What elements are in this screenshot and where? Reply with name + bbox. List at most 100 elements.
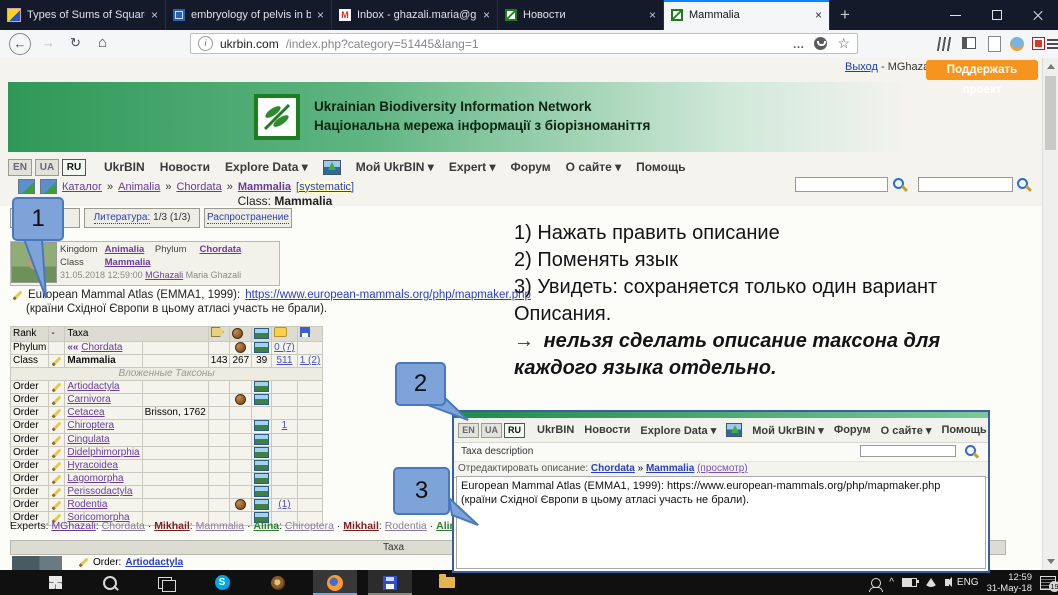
edit-pencil-icon[interactable] [52,409,62,419]
lang-ru-button[interactable]: RU [62,159,86,176]
people-tray-icon[interactable] [871,578,881,588]
address-bar[interactable]: i ukrbin.com/index.php?category=51445&la… [190,33,858,54]
support-project-button[interactable]: Поддержать проект [926,60,1038,80]
back-icon[interactable]: ← [9,33,31,55]
reader-page-icon[interactable] [988,36,1001,52]
menu-item[interactable]: О сайте ▾ [881,424,932,437]
tray-chevron-icon[interactable]: ^ [889,577,894,588]
taxon-link[interactable]: Didelphimorphia [67,447,139,458]
comment-count-cell[interactable]: 0 (7) [272,342,298,355]
taxa-header[interactable]: Taxa [65,327,208,342]
comment-count-cell[interactable]: 511 [272,355,298,368]
expert-taxon-link[interactable]: Rodentia [385,520,427,532]
browser-tab[interactable]: Новости× [498,0,664,30]
taskbar-search-button[interactable] [88,570,132,595]
menu-item[interactable]: Expert ▾ [449,160,496,174]
add-observation-icon[interactable] [726,423,742,437]
taxon-photo[interactable] [11,242,57,283]
scrollbar-thumb[interactable] [1045,76,1056,150]
edit-pencil-icon[interactable] [52,461,62,471]
edit-pencil-icon[interactable] [52,475,62,485]
systematic-link[interactable]: [systematic] [296,181,354,193]
taxon-link[interactable]: Hyracoidea [67,460,118,471]
menu-item[interactable]: Новости [584,424,630,436]
edit-chordata-link[interactable]: Chordata [591,463,635,474]
tab-close-icon[interactable]: × [151,8,158,22]
kingdom-link[interactable]: Animalia [105,244,145,255]
lang-ua-button[interactable]: UA [35,159,59,176]
breadcrumb-catalog[interactable]: Каталог [62,181,102,193]
battery-icon[interactable] [902,578,917,587]
new-tab-button[interactable]: + [830,0,860,30]
inset-search-input[interactable] [860,445,956,457]
tab-close-icon[interactable]: × [649,8,656,22]
taxon-search-icon[interactable] [890,176,908,194]
menu-item[interactable]: UkrBIN [104,160,145,174]
extension-blue-icon[interactable] [1010,37,1024,51]
breadcrumb-animalia[interactable]: Animalia [118,181,160,193]
save-icon[interactable] [300,327,310,337]
ukrbin-logo[interactable] [254,94,300,140]
library-icon[interactable] [937,37,953,51]
action-center-icon[interactable]: 19 [1040,576,1056,590]
rank-header[interactable]: Rank [11,327,49,342]
tab-distribution[interactable]: Распространение [204,208,292,228]
comment-count-cell[interactable]: 1 [272,420,298,433]
tab-close-icon[interactable]: × [815,8,822,22]
site-search-icon[interactable] [1014,176,1032,194]
edit-pencil-icon[interactable] [52,435,62,445]
expert-link[interactable]: Mikhail [343,520,379,532]
taxon-link[interactable]: Cingulata [67,434,109,445]
expert-taxon-link[interactable]: Mammalia [196,520,244,532]
clock[interactable]: 12:59 31-May-18 [987,572,1032,594]
menu-item[interactable]: Мой UkrBIN ▾ [356,160,434,174]
comment-count-cell[interactable]: (1) [272,499,298,512]
atlas-link[interactable]: https://www.european-mammals.org/php/map… [245,289,531,301]
floppy-app-button[interactable] [368,570,412,595]
taxon-link[interactable]: Cetacea [67,407,104,418]
catalog-view-icon[interactable] [18,179,35,194]
lang-ru-button[interactable]: RU [504,423,525,438]
edit-pencil-icon[interactable] [52,357,62,367]
menu-hamburger-icon[interactable] [1047,39,1058,41]
expert-link[interactable]: Mikhail [154,520,190,532]
browser-tab[interactable]: embryology of pelvis in birds -× [166,0,332,30]
order-photo-thumbnail[interactable] [12,556,62,570]
browser-tab[interactable]: Types of Sums of Squares — A× [0,0,166,30]
add-observation-icon[interactable] [323,160,341,175]
menu-item[interactable]: Помощь [636,160,685,174]
edit-pencil-icon[interactable] [52,501,62,511]
firefox-app-button[interactable] [313,570,357,595]
edit-pencil-icon[interactable] [52,396,62,406]
expert-link[interactable]: Alina [253,520,279,532]
home-icon[interactable]: ⌂ [98,34,107,51]
task-view-button[interactable] [143,570,187,595]
menu-item[interactable]: Помощь [941,424,986,436]
keyboard-language[interactable]: ENG [957,577,979,588]
edit-mammalia-link[interactable]: Mammalia [646,463,694,474]
expert-link[interactable]: MGhazali [51,520,95,532]
lang-en-button[interactable]: EN [8,159,32,176]
forward-icon[interactable]: → [42,35,55,50]
edit-pencil-icon[interactable] [13,290,23,300]
page-actions-icon[interactable]: … [792,37,804,51]
taxon-link[interactable]: Artiodactyla [67,381,119,392]
file-explorer-button[interactable] [425,570,469,595]
taxon-search-input[interactable] [795,177,888,192]
class-link[interactable]: Mammalia [105,257,151,268]
lang-ua-button[interactable]: UA [481,423,502,438]
tab-close-icon[interactable]: × [483,8,490,22]
menu-item[interactable]: UkrBIN [537,424,574,436]
menu-item[interactable]: Explore Data ▾ [640,424,716,437]
site-info-icon[interactable]: i [198,36,213,51]
expert-taxon-link[interactable]: Chordata [102,520,145,532]
menu-item[interactable]: Форум [834,424,871,436]
wifi-icon[interactable] [925,578,937,587]
pocket-icon[interactable] [814,37,827,50]
window-minimize-button[interactable] [935,0,976,30]
window-restore-button[interactable] [976,0,1017,30]
taxon-link[interactable]: Chiroptera [67,420,114,431]
photo-ball-icon[interactable] [232,328,243,339]
skype-app-button[interactable]: S [200,570,244,595]
extra-count-cell[interactable]: 1 (2) [297,355,323,368]
